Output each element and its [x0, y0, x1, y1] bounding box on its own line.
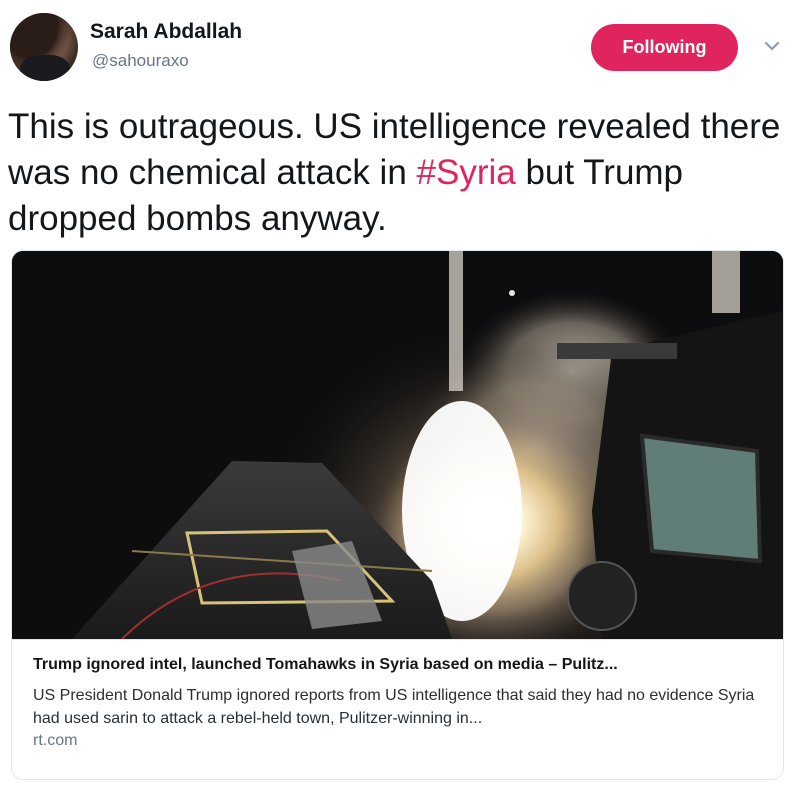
card-body: Trump ignored intel, launched Tomahawks … — [12, 639, 783, 779]
card-image[interactable] — [12, 251, 783, 639]
chevron-down-icon[interactable] — [762, 36, 782, 56]
card-title[interactable]: Trump ignored intel, launched Tomahawks … — [33, 656, 773, 674]
missile-launch-image — [12, 251, 783, 639]
card-description: US President Donald Trump ignored report… — [33, 687, 755, 727]
author-name[interactable]: Sarah Abdallah — [90, 20, 242, 44]
author-handle[interactable]: @sahouraxo — [92, 51, 189, 71]
tweet: Sarah Abdallah @sahouraxo Following This… — [0, 0, 800, 798]
following-button[interactable]: Following — [591, 24, 738, 71]
avatar-shoulder — [20, 55, 70, 81]
avatar[interactable] — [10, 13, 78, 81]
tweet-text: This is outrageous. US intelligence reve… — [8, 104, 788, 242]
link-card[interactable]: Trump ignored intel, launched Tomahawks … — [11, 250, 784, 780]
hashtag-link[interactable]: #Syria — [417, 153, 516, 192]
card-domain: rt.com — [33, 732, 78, 749]
